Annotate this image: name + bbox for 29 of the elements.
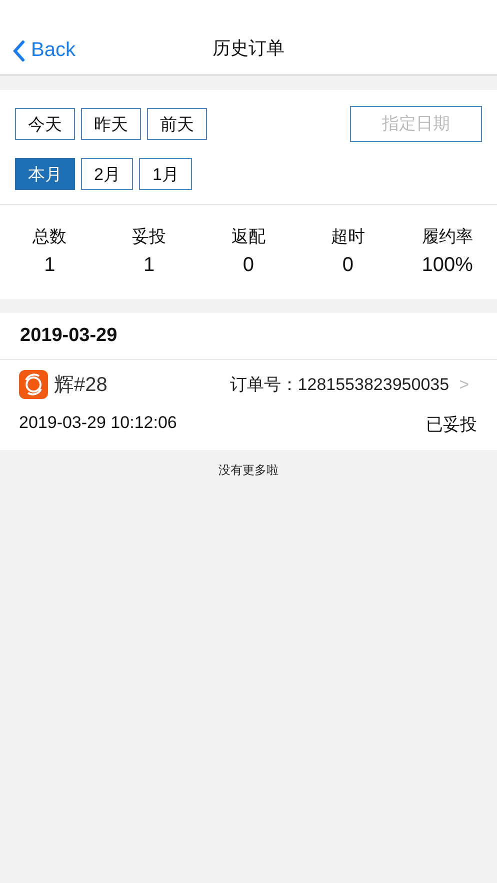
date-heading: 2019-03-29 <box>20 325 118 346</box>
stat-label: 履约率 <box>422 226 473 248</box>
stat-value: 0 <box>342 254 354 277</box>
chevron-text: > <box>459 374 469 394</box>
stat-value: 1 <box>144 254 155 277</box>
order-time: 2019-03-29 10:12:06 <box>19 413 177 434</box>
day-filter-tab[interactable]: 今天 <box>15 108 75 140</box>
order-row[interactable]: 辉#28 订单号：1281553823950035 > 2019-03-29 10:12:06 已妥投 <box>0 360 497 450</box>
day-filter-tab[interactable]: 前天 <box>147 108 207 140</box>
stat-label: 妥投 <box>132 226 166 248</box>
date-picker-field[interactable]: 指定日期 <box>350 106 482 142</box>
order-status: 已妥投 <box>426 414 477 436</box>
stat-value: 0 <box>242 254 254 277</box>
stat-label: 返配 <box>231 226 266 248</box>
back-button[interactable]: Back <box>0 39 76 62</box>
month-filter-tab[interactable]: 本月 <box>15 158 75 190</box>
day-filter-tab[interactable]: 昨天 <box>81 108 141 140</box>
month-filter-tab[interactable]: 2月 <box>81 158 134 190</box>
chevron-left-icon <box>12 40 25 62</box>
stat-label: 总数 <box>32 226 67 248</box>
stat-value: 100% <box>422 254 473 277</box>
stat-label: 超时 <box>330 226 365 248</box>
end-of-list-text: 没有更多啦 <box>218 463 278 477</box>
stat-value: 1 <box>44 254 56 277</box>
month-filter-tab[interactable]: 1月 <box>139 158 192 190</box>
store-logo-icon <box>19 370 48 399</box>
store-name: 辉#28 <box>54 373 108 398</box>
page-title: 历史订单 <box>212 38 284 58</box>
order-number: 订单号：1281553823950035 <box>230 374 450 396</box>
